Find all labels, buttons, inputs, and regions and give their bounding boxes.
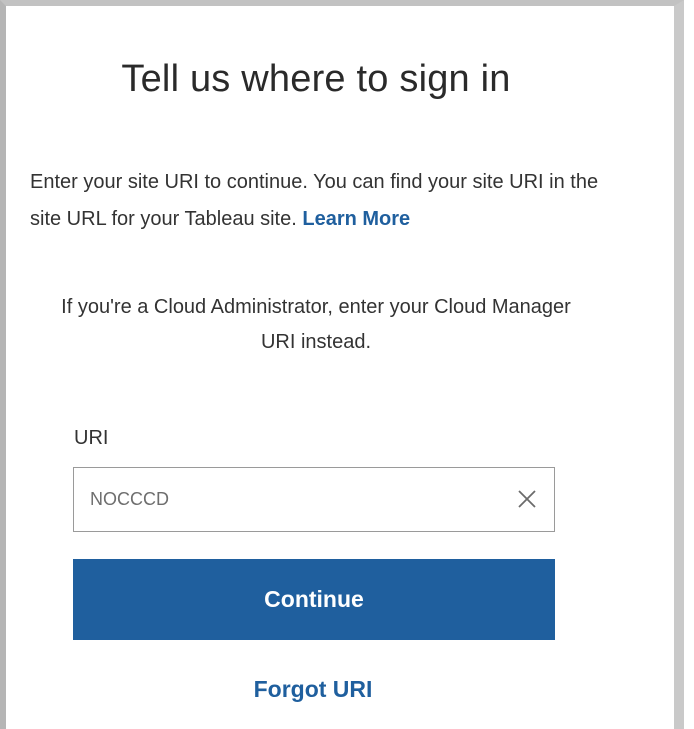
admin-note: If you're a Cloud Administrator, enter y… [61,296,571,353]
intro-text: Enter your site URI to continue. You can… [30,164,630,238]
uri-label: URI [74,427,109,449]
page-title: Tell us where to sign in [121,58,511,100]
learn-more-link[interactable]: Learn More [302,208,410,230]
close-icon[interactable] [516,488,538,510]
sign-in-dialog: Tell us where to sign in Enter your site… [0,0,684,729]
uri-field [73,467,555,532]
continue-button[interactable]: Continue [73,559,555,640]
forgot-uri-link[interactable]: Forgot URI [6,676,620,703]
uri-input[interactable] [90,468,490,531]
